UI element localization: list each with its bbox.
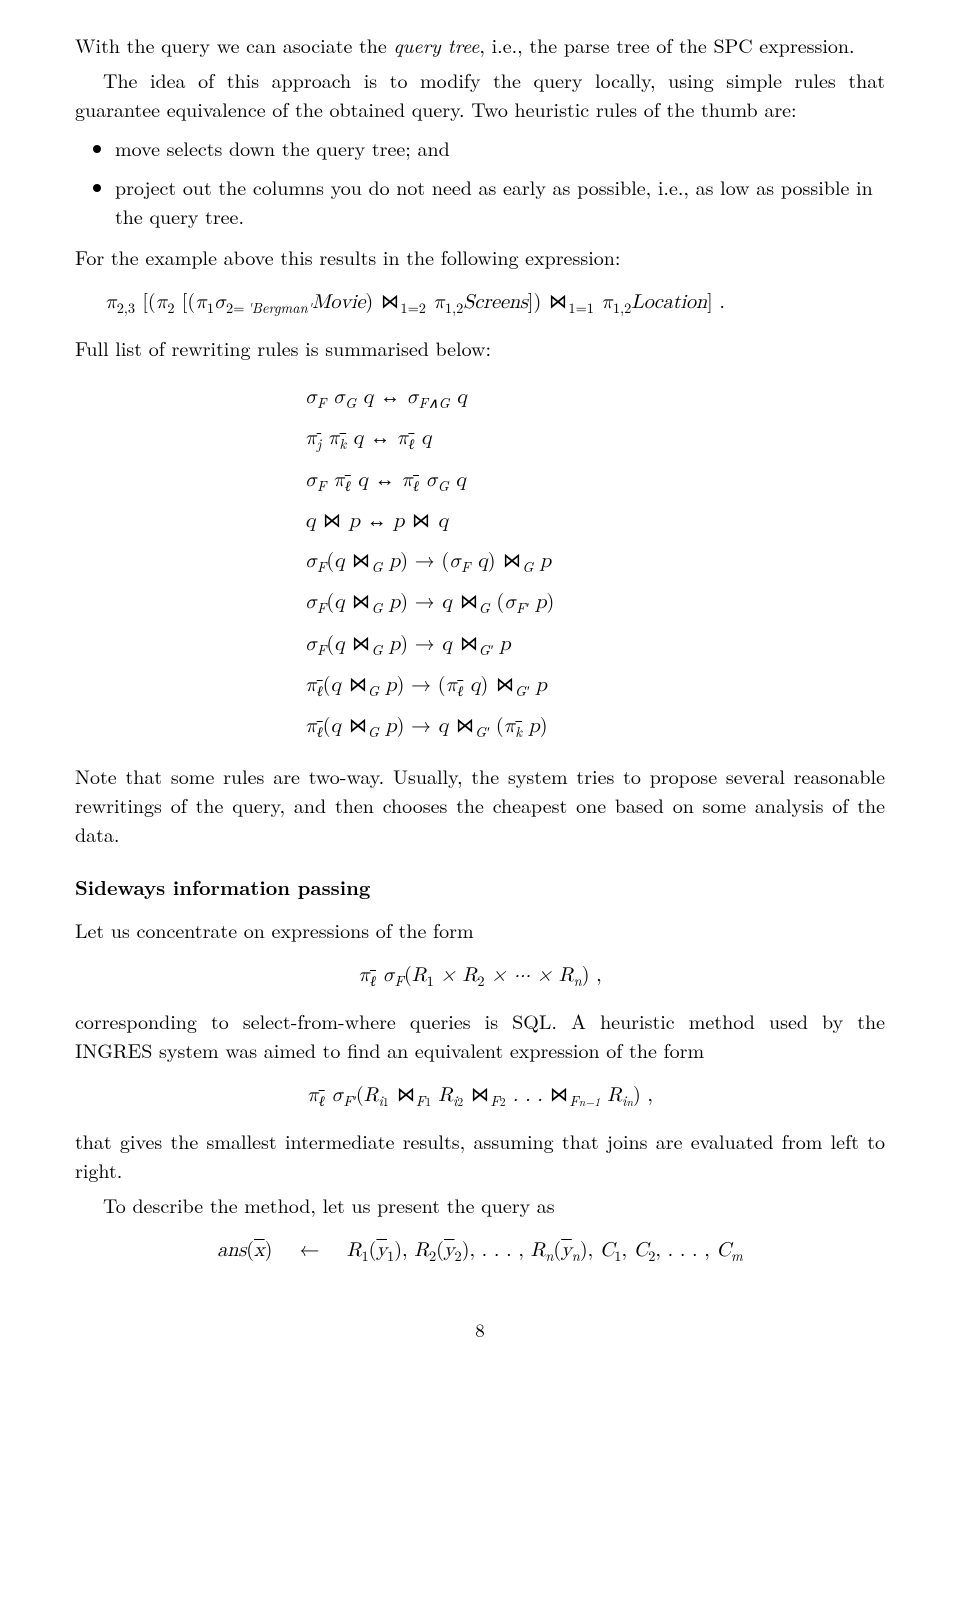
term-query-tree: query tree (393, 30, 479, 59)
paragraph-describe-method: To describe the method, let us present t… (75, 1190, 885, 1219)
list-item: project out the columns you do not need … (115, 172, 885, 230)
paragraph-query-tree: With the query we can asociate the query… (75, 30, 885, 59)
paragraph-two-way: Note that some rules are two-way. Usuall… (75, 761, 885, 848)
heuristic-list: move selects down the query tree; and pr… (75, 133, 885, 230)
paragraph-approach: The idea of this approach is to modify t… (75, 65, 885, 123)
list-item: move selects down the query tree; and (115, 133, 885, 162)
text: With the query we can asociate the (75, 30, 393, 59)
paragraph-example-intro: For the example above this results in th… (75, 242, 885, 271)
math-expression-ans: ans(x) ← R1(y1), R2(y2), . . . , Rn(yn),… (75, 1233, 885, 1267)
paragraph-rewriting-intro: Full list of rewriting rules is summaris… (75, 333, 885, 362)
paragraph-smallest-results: that gives the smallest intermediate res… (75, 1126, 885, 1184)
paragraph-concentrate: Let us concentrate on expressions of the… (75, 915, 885, 944)
heading-sideways: Sideways information passing (75, 872, 885, 901)
page-number: 8 (75, 1316, 885, 1344)
rewriting-rules-block: σF σG q ↔ σF∧G q πj πk q ↔ πℓ q σF πℓ q … (75, 376, 885, 747)
paragraph-ingres: corresponding to select-from-where queri… (75, 1006, 885, 1064)
text: , i.e., the parse tree of the SPC expres… (479, 30, 854, 59)
math-expression-form2: πℓ σF′(Ri1 ⋈F1 Ri2 ⋈F2 . . . ⋈Fn−1 Rin) … (75, 1078, 885, 1112)
math-expression-form1: πℓ σF(R1 × R2 × ··· × Rn) , (75, 958, 885, 992)
math-expression-example: π2,3 [(π2 [(π1σ2= 'Bergman'Movie) ⋈1=2 π… (75, 285, 885, 319)
